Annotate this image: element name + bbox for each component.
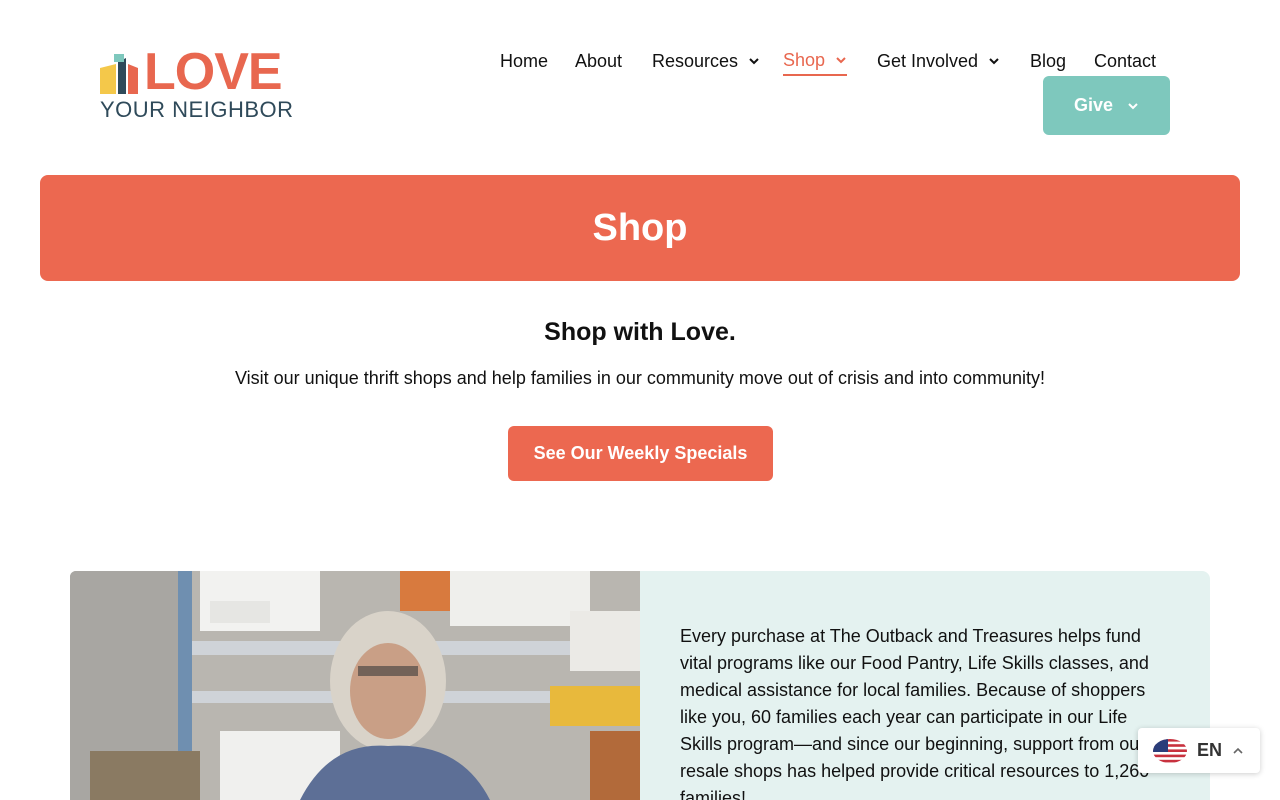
nav-about[interactable]: About: [575, 46, 622, 76]
nav-about-label: About: [575, 50, 623, 71]
page-title: Shop: [592, 206, 688, 249]
feature-body-text: Every purchase at The Outback and Treasu…: [680, 626, 1150, 800]
nav-get-involved[interactable]: Get Involved: [877, 46, 1000, 76]
give-button-label: Give: [1073, 95, 1114, 115]
nav-home[interactable]: Home: [500, 46, 548, 76]
main-nav: Home About Resources Shop Get Involved B…: [0, 46, 1280, 76]
logo-neighbor-text: YOUR NEIGHBOR: [100, 97, 294, 122]
chevron-down-icon: [989, 58, 999, 65]
nav-get-involved-label: Get Involved: [877, 50, 979, 71]
nav-shop-label: Shop: [783, 49, 826, 70]
nav-blog[interactable]: Blog: [1030, 46, 1066, 76]
nav-contact[interactable]: Contact: [1094, 46, 1156, 76]
give-button[interactable]: Give: [1043, 76, 1170, 135]
nav-resources-label: Resources: [652, 50, 739, 71]
chevron-down-icon: [1128, 102, 1138, 109]
chevron-up-icon: [1233, 747, 1243, 754]
nav-resources[interactable]: Resources: [652, 46, 760, 76]
intro-text: Visit our unique thrift shops and help f…: [234, 368, 1046, 388]
intro-heading: Shop with Love.: [544, 318, 736, 346]
weekly-specials-button[interactable]: See Our Weekly Specials: [508, 426, 773, 481]
volunteer-photo-image: [70, 571, 640, 800]
nav-home-label: Home: [500, 50, 549, 71]
chevron-down-icon: [836, 57, 846, 64]
nav-blog-label: Blog: [1030, 50, 1067, 71]
nav-shop[interactable]: Shop: [783, 46, 848, 76]
page-banner: Shop: [40, 175, 1240, 281]
nav-contact-label: Contact: [1094, 50, 1157, 71]
feature-panel: Every purchase at The Outback and Treasu…: [640, 571, 1210, 800]
language-code: EN: [1197, 740, 1223, 760]
us-flag-icon: [1153, 738, 1187, 763]
chevron-down-icon: [749, 58, 759, 65]
language-switcher[interactable]: EN: [1138, 728, 1260, 773]
volunteer-photo: [70, 571, 640, 800]
